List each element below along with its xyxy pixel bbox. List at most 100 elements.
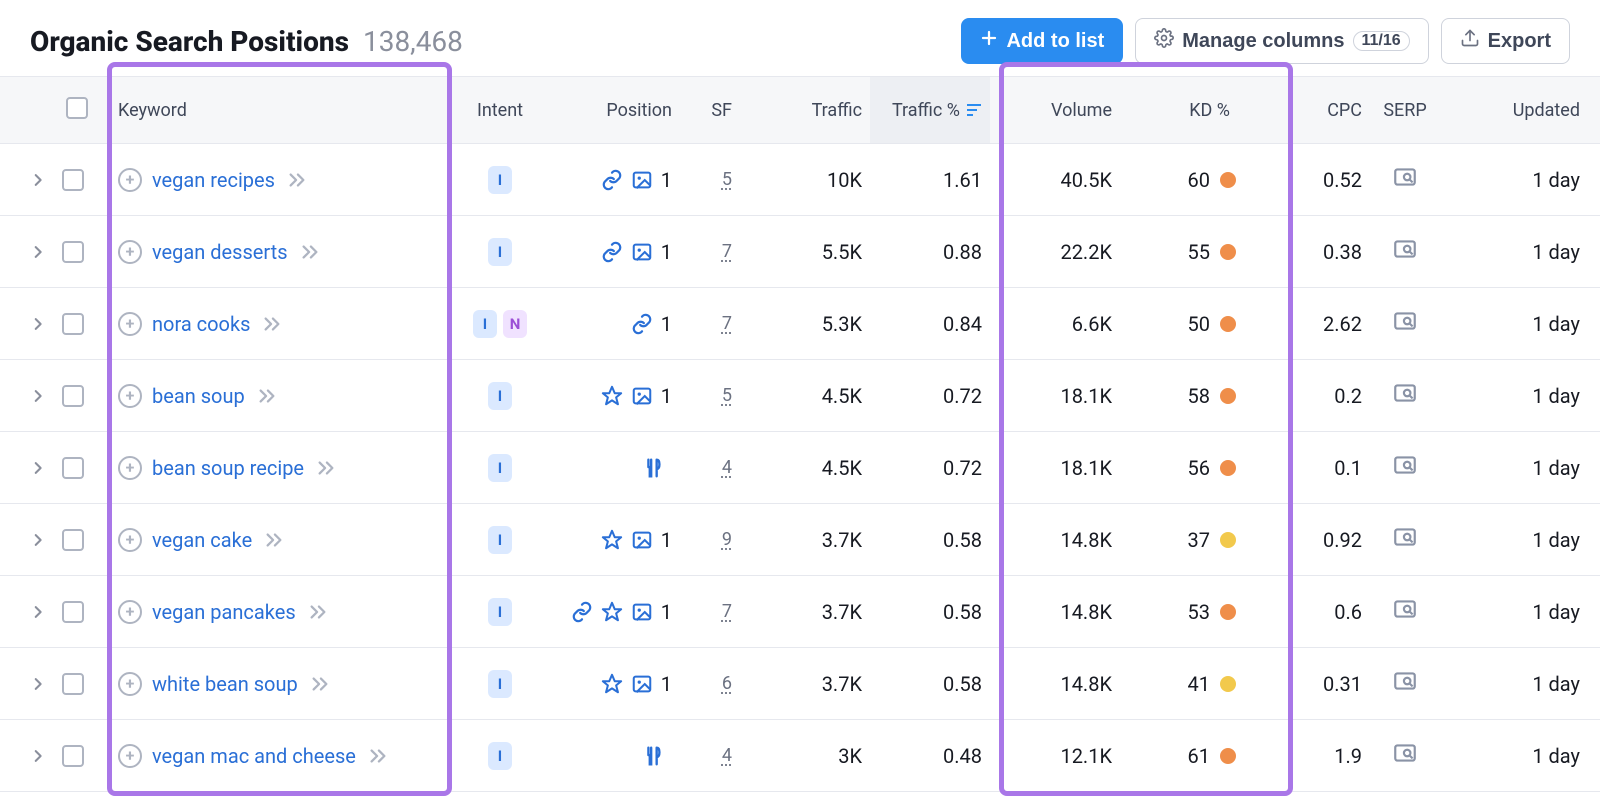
position-value: 1: [661, 384, 672, 408]
table-header-row: Keyword Intent Position SF Traffic Traff…: [0, 76, 1600, 144]
select-all-checkbox[interactable]: [66, 97, 88, 119]
row-checkbox[interactable]: [62, 313, 84, 335]
position-cell: 1: [550, 312, 680, 336]
serp-features-count[interactable]: 4: [688, 457, 732, 478]
serp-features-count[interactable]: 5: [688, 169, 732, 190]
intent-badge-i: I: [488, 166, 512, 194]
col-keyword[interactable]: Keyword: [110, 100, 450, 121]
add-keyword-button[interactable]: +: [118, 744, 142, 768]
add-keyword-button[interactable]: +: [118, 600, 142, 624]
intent-cell: I: [458, 526, 542, 554]
serp-features-count[interactable]: 7: [688, 313, 732, 334]
add-keyword-button[interactable]: +: [118, 456, 142, 480]
table-row: + vegan cake I 1 9 3.7K 0.58 14.8K 37 0.…: [0, 504, 1600, 576]
manage-columns-button[interactable]: Manage columns 11/16: [1135, 18, 1428, 64]
keyword-link[interactable]: bean soup: [152, 384, 245, 408]
open-keyword-icon[interactable]: [262, 314, 282, 334]
open-keyword-icon[interactable]: [287, 170, 307, 190]
open-keyword-icon[interactable]: [300, 242, 320, 262]
keyword-link[interactable]: nora cooks: [152, 312, 250, 336]
intent-cell: I: [458, 742, 542, 770]
expand-row-button[interactable]: [30, 745, 48, 767]
keyword-link[interactable]: vegan mac and cheese: [152, 744, 356, 768]
view-serp-button[interactable]: [1392, 308, 1418, 334]
open-keyword-icon[interactable]: [257, 386, 277, 406]
serp-features-count[interactable]: 4: [688, 745, 732, 766]
col-updated[interactable]: Updated: [1440, 100, 1600, 121]
keyword-link[interactable]: bean soup recipe: [152, 456, 304, 480]
kd-value: 56: [1188, 456, 1210, 480]
row-checkbox[interactable]: [62, 673, 84, 695]
col-position[interactable]: Position: [550, 100, 680, 121]
position-value: 1: [661, 312, 672, 336]
keyword-link[interactable]: white bean soup: [152, 672, 298, 696]
expand-row-button[interactable]: [30, 673, 48, 695]
expand-row-button[interactable]: [30, 385, 48, 407]
serp-features-count[interactable]: 5: [688, 385, 732, 406]
open-keyword-icon[interactable]: [308, 602, 328, 622]
add-keyword-button[interactable]: +: [118, 672, 142, 696]
traffic-pct-value: 0.72: [870, 384, 990, 408]
view-serp-button[interactable]: [1392, 740, 1418, 766]
kd-value: 60: [1188, 168, 1210, 192]
col-serp[interactable]: SERP: [1370, 100, 1440, 121]
open-keyword-icon[interactable]: [310, 674, 330, 694]
open-keyword-icon[interactable]: [264, 530, 284, 550]
add-keyword-button[interactable]: +: [118, 384, 142, 408]
col-traffic-pct[interactable]: Traffic %: [870, 77, 990, 143]
col-cpc[interactable]: CPC: [1270, 100, 1370, 121]
serp-features-count[interactable]: 9: [688, 529, 732, 550]
keyword-link[interactable]: vegan desserts: [152, 240, 288, 264]
export-button[interactable]: Export: [1441, 18, 1570, 64]
row-checkbox[interactable]: [62, 241, 84, 263]
col-intent[interactable]: Intent: [450, 100, 550, 121]
intent-badge-i: I: [488, 454, 512, 482]
add-to-list-button[interactable]: Add to list: [961, 18, 1123, 64]
row-checkbox[interactable]: [62, 457, 84, 479]
expand-row-button[interactable]: [30, 169, 48, 191]
expand-row-button[interactable]: [30, 241, 48, 263]
serp-features-count[interactable]: 7: [688, 601, 732, 622]
open-keyword-icon[interactable]: [368, 746, 388, 766]
volume-value: 12.1K: [990, 744, 1120, 768]
volume-value: 6.6K: [990, 312, 1120, 336]
col-traffic-pct-label: Traffic %: [892, 100, 960, 121]
row-checkbox[interactable]: [62, 601, 84, 623]
traffic-value: 4.5K: [740, 384, 870, 408]
keyword-link[interactable]: vegan cake: [152, 528, 252, 552]
col-kd[interactable]: KD %: [1120, 100, 1270, 121]
traffic-value: 5.5K: [740, 240, 870, 264]
row-checkbox[interactable]: [62, 169, 84, 191]
col-traffic[interactable]: Traffic: [740, 100, 870, 121]
row-checkbox[interactable]: [62, 385, 84, 407]
view-serp-button[interactable]: [1392, 596, 1418, 622]
view-serp-button[interactable]: [1392, 524, 1418, 550]
view-serp-button[interactable]: [1392, 380, 1418, 406]
add-keyword-button[interactable]: +: [118, 312, 142, 336]
row-checkbox[interactable]: [62, 745, 84, 767]
serp-features-count[interactable]: 7: [688, 241, 732, 262]
keyword-link[interactable]: vegan recipes: [152, 168, 275, 192]
expand-row-button[interactable]: [30, 601, 48, 623]
row-checkbox[interactable]: [62, 529, 84, 551]
view-serp-button[interactable]: [1392, 164, 1418, 190]
col-volume[interactable]: Volume: [990, 100, 1120, 121]
view-serp-button[interactable]: [1392, 668, 1418, 694]
volume-value: 18.1K: [990, 456, 1120, 480]
updated-value: 1 day: [1440, 600, 1600, 624]
keyword-link[interactable]: vegan pancakes: [152, 600, 296, 624]
view-serp-button[interactable]: [1392, 236, 1418, 262]
open-keyword-icon[interactable]: [316, 458, 336, 478]
serp-features-count[interactable]: 6: [688, 673, 732, 694]
col-sf[interactable]: SF: [680, 100, 740, 121]
view-serp-button[interactable]: [1392, 452, 1418, 478]
add-keyword-button[interactable]: +: [118, 240, 142, 264]
image-icon: [631, 169, 653, 191]
expand-row-button[interactable]: [30, 457, 48, 479]
add-keyword-button[interactable]: +: [118, 528, 142, 552]
expand-row-button[interactable]: [30, 313, 48, 335]
updated-value: 1 day: [1440, 168, 1600, 192]
add-keyword-button[interactable]: +: [118, 168, 142, 192]
expand-row-button[interactable]: [30, 529, 48, 551]
updated-value: 1 day: [1440, 240, 1600, 264]
